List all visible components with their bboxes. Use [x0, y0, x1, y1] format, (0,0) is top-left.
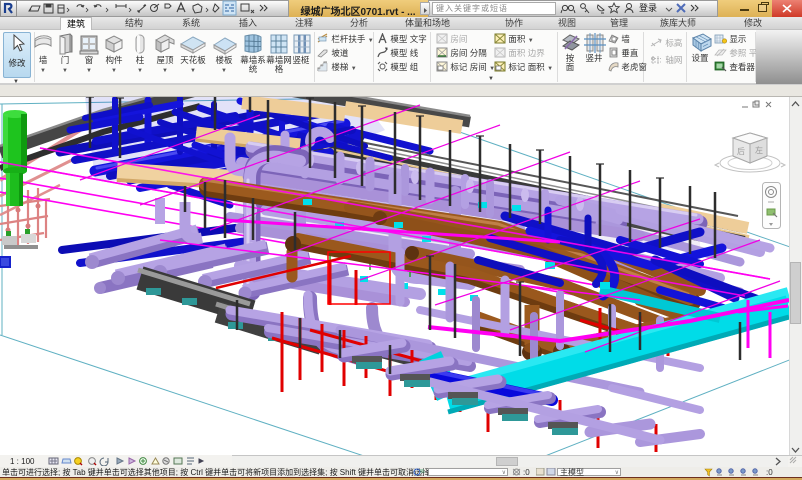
- svg-text:登录: 登录: [639, 3, 657, 13]
- svg-text:后: 后: [737, 146, 745, 156]
- svg-text:左: 左: [755, 145, 763, 155]
